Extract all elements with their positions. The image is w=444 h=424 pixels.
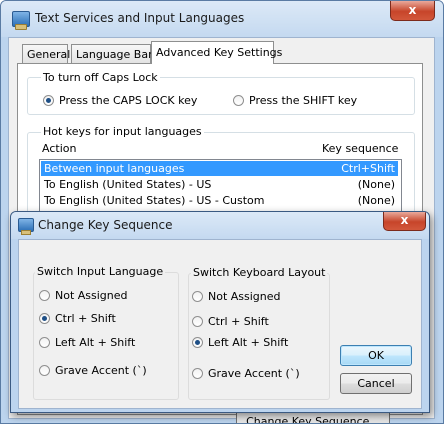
shift-key-option[interactable]: Press the SHIFT key (233, 94, 357, 108)
option-label: Grave Accent (`) (55, 364, 147, 377)
option-label: Ctrl + Shift (208, 315, 269, 328)
tab-general[interactable]: General (22, 44, 70, 63)
radio-unselected-icon[interactable] (39, 337, 50, 348)
list-item-action: To English (United States) - US - Custom (44, 194, 265, 207)
radio-unselected-icon[interactable] (39, 290, 50, 301)
list-item-sequence: Ctrl+Shift (341, 162, 395, 175)
radio-selected-icon[interactable] (39, 313, 50, 324)
tab-advanced-key-settings[interactable]: Advanced Key Settings (151, 41, 282, 64)
layout-grave-accent-option[interactable]: Grave Accent (`) (192, 367, 300, 381)
close-window-button[interactable]: x (390, 1, 435, 21)
list-item[interactable]: To English (United States) - US - Custom… (41, 193, 398, 208)
radio-unselected-icon[interactable] (39, 365, 50, 376)
layout-left-alt-shift-option[interactable]: Left Alt + Shift (192, 336, 288, 350)
list-item-action: To English (United States) - US (44, 178, 212, 191)
tab-language-bar[interactable]: Language Bar (71, 44, 153, 63)
radio-unselected-icon[interactable] (192, 368, 203, 379)
caps-lock-option[interactable]: Press the CAPS LOCK key (43, 94, 197, 108)
ok-button[interactable]: OK (340, 345, 412, 366)
input-grave-accent-option[interactable]: Grave Accent (`) (39, 364, 147, 378)
input-ctrl-shift-option[interactable]: Ctrl + Shift (39, 312, 116, 326)
list-item[interactable]: Between input languages Ctrl+Shift (41, 161, 398, 176)
dialog-title: Change Key Sequence (38, 218, 173, 232)
column-header-action: Action (42, 142, 77, 155)
dialog-title-bar: Change Key Sequence x (11, 212, 429, 239)
layout-ctrl-shift-option[interactable]: Ctrl + Shift (192, 315, 269, 329)
shift-key-option-label: Press the SHIFT key (249, 94, 358, 107)
option-label: Grave Accent (`) (208, 367, 300, 380)
keyboard-app-icon (12, 11, 30, 30)
switch-input-language-label: Switch Input Language (35, 265, 166, 278)
cancel-button[interactable]: Cancel (340, 373, 412, 394)
keyboard-app-icon (18, 218, 34, 235)
list-item-sequence: (None) (357, 178, 395, 191)
option-label: Left Alt + Shift (208, 336, 289, 349)
option-label: Not Assigned (208, 290, 281, 303)
window-title: Text Services and Input Languages (35, 11, 245, 25)
option-label: Left Alt + Shift (55, 336, 136, 349)
radio-selected-icon[interactable] (192, 337, 203, 348)
layout-not-assigned-option[interactable]: Not Assigned (192, 290, 281, 304)
list-item-action: Between input languages (44, 162, 185, 175)
dialog-body: Switch Input Language Not Assigned Ctrl … (18, 239, 422, 409)
title-bar: Text Services and Input Languages x (1, 1, 443, 37)
column-header-key-sequence: Key sequence (322, 142, 399, 155)
list-item[interactable]: To English (United States) - US (None) (41, 177, 398, 192)
change-key-sequence-dialog: Change Key Sequence x Switch Input Langu… (10, 211, 430, 413)
list-item-sequence: (None) (357, 194, 395, 207)
switch-keyboard-layout-label: Switch Keyboard Layout (191, 266, 328, 279)
caps-lock-option-label: Press the CAPS LOCK key (59, 94, 198, 107)
option-label: Not Assigned (55, 289, 128, 302)
radio-unselected-icon[interactable] (192, 316, 203, 327)
input-not-assigned-option[interactable]: Not Assigned (39, 289, 128, 303)
radio-unselected-icon[interactable] (233, 95, 244, 106)
hotkeys-group-label: Hot keys for input languages (41, 125, 204, 138)
radio-selected-icon[interactable] (43, 95, 54, 106)
dialog-close-button[interactable]: x (383, 212, 426, 231)
radio-unselected-icon[interactable] (192, 291, 203, 302)
option-label: Ctrl + Shift (55, 312, 116, 325)
input-left-alt-shift-option[interactable]: Left Alt + Shift (39, 336, 135, 350)
caps-lock-group-label: To turn off Caps Lock (41, 71, 160, 84)
